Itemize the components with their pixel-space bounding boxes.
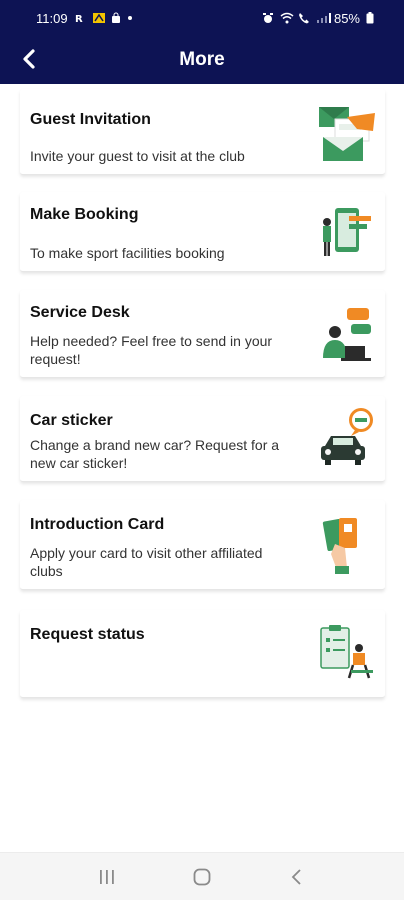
alarm-icon	[262, 12, 274, 24]
item-title: Make Booking	[30, 206, 139, 223]
app-notification-icon	[92, 12, 105, 24]
introduction-card-icon	[317, 514, 377, 574]
signal-icon	[316, 12, 331, 24]
service-desk-chat-icon	[317, 306, 377, 366]
system-navigation-bar	[0, 852, 404, 900]
item-title: Car sticker	[30, 412, 113, 429]
item-title: Introduction Card	[30, 516, 165, 533]
battery-percent: 85%	[333, 10, 360, 26]
call-icon	[298, 12, 310, 24]
item-description: Apply your card to visit other affiliate…	[30, 545, 263, 579]
home-icon	[193, 868, 211, 885]
request-status-item[interactable]: Request status	[20, 610, 385, 698]
home-button[interactable]	[182, 857, 222, 897]
chevron-left-icon	[23, 49, 35, 69]
battery-icon	[366, 12, 378, 24]
request-status-clipboard-icon	[317, 624, 377, 684]
recent-apps-icon	[100, 869, 115, 884]
back-button[interactable]	[14, 44, 44, 74]
r-notification-icon: R	[74, 12, 86, 25]
shopping-bag-icon	[110, 12, 122, 24]
booking-phone-icon	[317, 204, 377, 264]
guest-invitation-envelope-icon	[317, 101, 377, 161]
item-title: Guest Invitation	[30, 111, 151, 128]
item-title: Request status	[30, 626, 145, 643]
page-title: More	[179, 49, 225, 70]
car-sticker-item[interactable]: Car sticker Change a brand new car? Requ…	[20, 396, 385, 482]
item-description: Help needed? Feel free to send in your r…	[30, 333, 273, 367]
make-booking-item[interactable]: Make Booking To make sport facilities bo…	[20, 192, 385, 272]
guest-invitation-item[interactable]: Guest Invitation Invite your guest to vi…	[20, 89, 385, 175]
item-title: Service Desk	[30, 304, 130, 321]
app-bar: More	[0, 36, 404, 84]
status-time: 11:09	[36, 10, 68, 26]
svg-text:R: R	[75, 14, 83, 24]
car-sticker-icon	[317, 406, 377, 466]
item-description: Change a brand new car? Request for a ne…	[30, 437, 280, 471]
status-bar: 11:09 R 85%	[0, 0, 404, 36]
service-desk-item[interactable]: Service Desk Help needed? Feel free to s…	[20, 290, 385, 378]
more-notifications-dot-icon	[127, 16, 132, 20]
back-chevron-icon	[291, 868, 301, 885]
recent-apps-button[interactable]	[87, 857, 127, 897]
system-back-button[interactable]	[277, 857, 317, 897]
introduction-card-item[interactable]: Introduction Card Apply your card to vis…	[20, 500, 385, 590]
item-description: Invite your guest to visit at the club	[30, 148, 245, 164]
item-description: To make sport facilities booking	[30, 245, 225, 261]
wifi-icon	[280, 12, 294, 24]
